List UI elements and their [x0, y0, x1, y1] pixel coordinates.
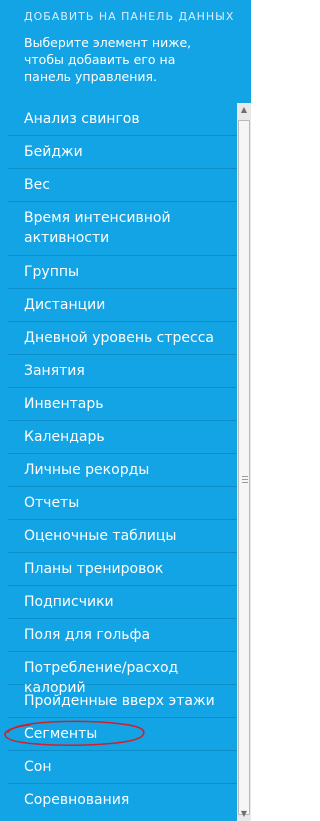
list-item-courses[interactable]: Дистанции [8, 289, 237, 322]
list-item-sleep[interactable]: Сон [8, 751, 237, 784]
grip-icon [242, 476, 248, 483]
list-item-training-plans[interactable]: Планы тренировок [8, 553, 237, 586]
list-item-label: Сон [24, 759, 52, 775]
list-item-daily-stress[interactable]: Дневной уровень стресса [8, 322, 237, 355]
dashboard-item-list: Анализ свингов Бейджи Вес Время интенсив… [8, 103, 237, 821]
list-item-label: Занятия [24, 363, 85, 379]
list-item-label: Отчеты [24, 495, 80, 511]
list-item-personal-records[interactable]: Личные рекорды [8, 454, 237, 487]
vertical-scrollbar[interactable]: ▲ ▼ [237, 103, 251, 821]
panel-description: Выберите элемент ниже, чтобы добавить ег… [24, 35, 192, 84]
list-item-calendar[interactable]: Календарь [8, 421, 237, 454]
list-item-swing-analysis[interactable]: Анализ свингов [8, 103, 237, 136]
list-item-label: Личные рекорды [24, 462, 150, 478]
list-item-label: Сегменты [24, 726, 98, 742]
list-item-label: Оценочные таблицы [24, 528, 177, 544]
panel-title: ДОБАВИТЬ НА ПАНЕЛЬ ДАННЫХ [24, 10, 235, 23]
list-item-label: Пройденные вверх этажи [24, 693, 215, 709]
list-item-challenges[interactable]: Соревнования [8, 784, 237, 821]
list-item-label: Время интенсивной активности [24, 210, 171, 246]
scrollbar-thumb[interactable] [238, 120, 250, 815]
list-item-label: Дневной уровень стресса [24, 330, 215, 346]
list-item-label: Бейджи [24, 144, 83, 160]
list-item-followers[interactable]: Подписчики [8, 586, 237, 619]
list-item-label: Инвентарь [24, 396, 104, 412]
list-item-label: Группы [24, 264, 80, 280]
up-arrow-icon[interactable]: ▲ [237, 103, 251, 117]
list-item-calories[interactable]: Потребление/расход калорий [8, 652, 237, 696]
list-item-weight[interactable]: Вес [8, 169, 237, 202]
list-item-reports[interactable]: Отчеты [8, 487, 237, 520]
list-item-label: Вес [24, 177, 50, 193]
list-item-scorecards[interactable]: Оценочные таблицы [8, 520, 237, 553]
panel-header: ДОБАВИТЬ НА ПАНЕЛЬ ДАННЫХ Выберите элеме… [0, 0, 251, 101]
add-to-dashboard-panel: ДОБАВИТЬ НА ПАНЕЛЬ ДАННЫХ Выберите элеме… [0, 0, 251, 821]
list-item-gear[interactable]: Инвентарь [8, 388, 237, 421]
down-arrow-icon[interactable]: ▼ [237, 807, 251, 821]
list-item-label: Соревнования [24, 792, 130, 808]
list-item-segments[interactable]: Сегменты [8, 718, 237, 751]
list-item-badges[interactable]: Бейджи [8, 136, 237, 169]
list-item-golf-courses[interactable]: Поля для гольфа [8, 619, 237, 652]
list-item-label: Календарь [24, 429, 105, 445]
list-item-activities[interactable]: Занятия [8, 355, 237, 388]
list-item-label: Подписчики [24, 594, 114, 610]
list-item-floors-climbed[interactable]: Пройденные вверх этажи [8, 685, 237, 718]
list-item-label: Планы тренировок [24, 561, 164, 577]
list-item-label: Дистанции [24, 297, 106, 313]
list-item-label: Анализ свингов [24, 111, 140, 127]
list-item-intensity-minutes[interactable]: Время интенсивной активности [8, 202, 237, 256]
list-item-label: Поля для гольфа [24, 627, 151, 643]
list-item-groups[interactable]: Группы [8, 256, 237, 289]
